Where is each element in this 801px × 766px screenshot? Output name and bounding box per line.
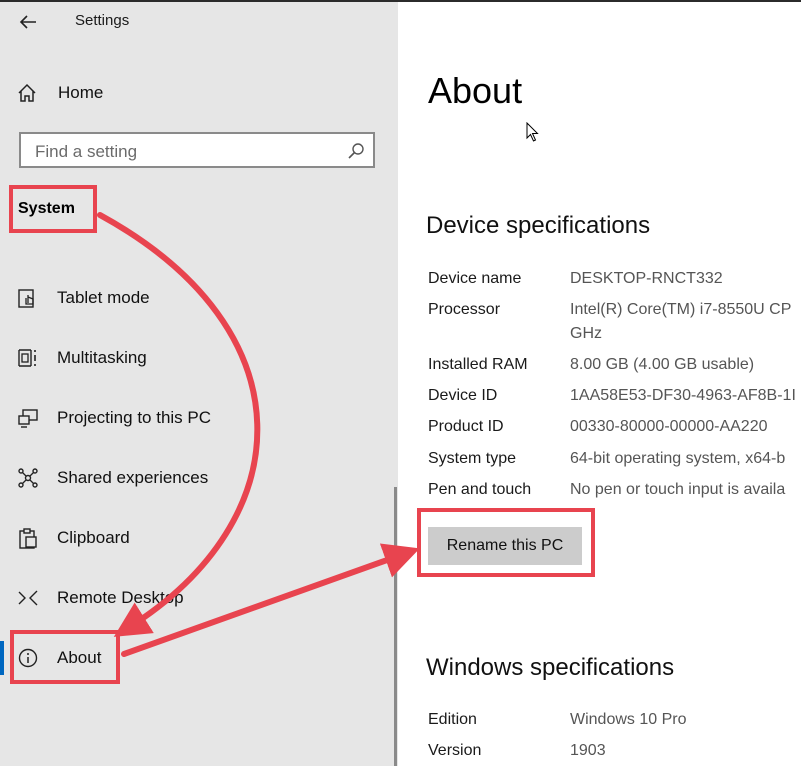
sidebar-item-label: Projecting to this PC xyxy=(57,408,212,427)
highlight-about xyxy=(10,630,120,684)
highlight-system xyxy=(9,185,97,233)
back-arrow-icon xyxy=(19,15,36,29)
projecting-icon xyxy=(18,409,38,428)
spec-value-line2: GHz xyxy=(570,325,602,342)
highlight-rename-button xyxy=(417,508,595,577)
app-title: Settings xyxy=(75,12,130,29)
search-icon xyxy=(348,143,364,159)
windows-specs-heading: Windows specifications xyxy=(426,654,675,681)
search-box[interactable] xyxy=(19,132,375,168)
spec-label: Device name xyxy=(428,270,522,287)
spec-value: 00330-80000-00000-AA220 xyxy=(570,418,768,435)
selection-indicator xyxy=(0,641,4,675)
spec-label: Product ID xyxy=(428,418,504,435)
home-icon xyxy=(18,83,36,102)
main-content: About Device specifications Device name … xyxy=(398,0,801,766)
sidebar-item-tablet-mode[interactable]: Tablet mode xyxy=(16,283,150,313)
sidebar-item-label: Clipboard xyxy=(57,528,130,547)
sidebar-item-remote-desktop[interactable]: Remote Desktop xyxy=(16,583,184,613)
spec-label: Edition xyxy=(428,711,477,728)
spec-label: Installed RAM xyxy=(428,356,528,373)
sidebar-item-label: Tablet mode xyxy=(57,288,150,307)
sidebar-item-home[interactable]: Home xyxy=(16,78,103,108)
sidebar-item-shared-experiences[interactable]: Shared experiences xyxy=(16,463,208,493)
spec-value: 8.00 GB (4.00 GB usable) xyxy=(570,356,755,373)
sidebar-item-projecting[interactable]: Projecting to this PC xyxy=(16,403,211,433)
sidebar-item-label: Home xyxy=(58,83,104,102)
spec-value: 1AA58E53-DF30-4963-AF8B-1I xyxy=(570,387,796,404)
spec-label: Processor xyxy=(428,301,501,318)
mouse-cursor-icon xyxy=(526,122,539,142)
sidebar-scrollbar[interactable] xyxy=(394,487,397,766)
spec-value: Windows 10 Pro xyxy=(570,711,687,728)
tablet-mode-icon xyxy=(18,289,34,308)
page-title: About xyxy=(428,70,523,111)
sidebar-item-label: Shared experiences xyxy=(57,468,209,487)
window-top-border xyxy=(0,0,801,2)
spec-value: 64-bit operating system, x64-b xyxy=(570,450,786,467)
spec-label: Device ID xyxy=(428,387,498,404)
spec-value: Intel(R) Core(TM) i7-8550U CP xyxy=(570,301,792,318)
spec-value: 1903 xyxy=(570,742,606,759)
sidebar-item-label: Remote Desktop xyxy=(57,588,184,607)
sidebar-item-label: Multitasking xyxy=(57,348,147,367)
shared-experiences-icon xyxy=(18,468,38,488)
spec-label: System type xyxy=(428,450,517,467)
spec-value: No pen or touch input is availa xyxy=(570,481,786,498)
multitasking-icon xyxy=(18,349,36,367)
clipboard-icon xyxy=(19,528,37,549)
device-specs-heading: Device specifications xyxy=(426,212,651,239)
sidebar-item-clipboard[interactable]: Clipboard xyxy=(16,523,130,553)
spec-label: Pen and touch xyxy=(428,481,532,498)
sidebar-item-multitasking[interactable]: Multitasking xyxy=(16,343,147,373)
remote-desktop-icon xyxy=(18,590,38,606)
spec-label: Version xyxy=(428,742,482,759)
back-button[interactable] xyxy=(10,6,46,38)
spec-value: DESKTOP-RNCT332 xyxy=(570,270,723,287)
search-input[interactable] xyxy=(33,140,337,164)
